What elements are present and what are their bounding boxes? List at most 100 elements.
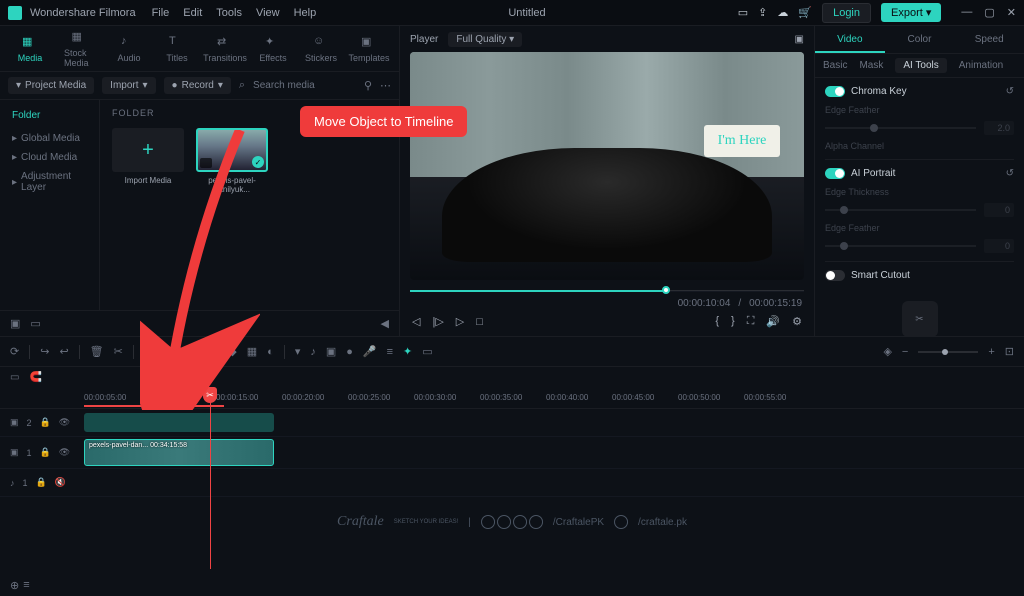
volume-icon[interactable]: 🔊 [766, 315, 780, 328]
new-bin-icon[interactable]: ▭ [30, 317, 40, 330]
folder-node[interactable]: Folder [6, 106, 93, 125]
menu-edit[interactable]: Edit [183, 7, 202, 19]
scrubber[interactable] [410, 286, 804, 296]
maximize-icon[interactable]: ▢ [984, 6, 994, 19]
playhead[interactable]: ✂ [210, 387, 211, 569]
eye-icon[interactable]: 👁 [59, 447, 70, 458]
mark-in-icon[interactable]: { [715, 315, 719, 328]
menu-tools[interactable]: Tools [216, 7, 242, 19]
tl-render-icon[interactable]: ▭ [422, 345, 432, 358]
play-icon[interactable]: ▷ [456, 315, 464, 328]
lock-icon[interactable]: 🔒 [36, 477, 47, 488]
video-viewport[interactable]: I'm Here [410, 52, 804, 280]
edge-thickness-slider[interactable]: 0 [825, 203, 1014, 217]
tab-effects[interactable]: ✦Effects [251, 31, 295, 67]
lock-icon[interactable]: 🔒 [40, 417, 51, 428]
import-dropdown[interactable]: Import ▾ [102, 77, 155, 94]
collapse-icon[interactable]: ◀ [381, 317, 389, 330]
eye-icon[interactable]: 👁 [59, 417, 70, 428]
minimize-icon[interactable]: — [961, 6, 972, 19]
mute-icon[interactable]: 🔇 [55, 477, 66, 488]
overlay-clip[interactable] [84, 413, 274, 432]
lock-icon[interactable]: 🔒 [40, 447, 51, 458]
edge-feather-slider[interactable]: 2.0 [825, 121, 1014, 135]
adjustment-layer-node[interactable]: ▸ Adjustment Layer [6, 167, 93, 197]
tl-undo-icon[interactable]: ⟳ [10, 345, 19, 358]
tl-marker-icon[interactable]: ▾ [295, 345, 301, 358]
smart-cutout-toggle[interactable]: Smart Cutout [825, 270, 1014, 281]
tab-stickers[interactable]: ☺Stickers [299, 31, 343, 67]
snapshot-icon[interactable]: ▣ [795, 34, 804, 45]
tl-delete-icon[interactable]: 🗑 [90, 345, 104, 358]
scrubber-handle[interactable] [662, 286, 670, 294]
timeline-clip[interactable]: pexels-pavel-dan... 00:34:15:58 [84, 439, 274, 466]
step-back-icon[interactable]: |▷ [432, 315, 443, 328]
subtab-ai-tools[interactable]: AI Tools [895, 58, 946, 73]
tl-cut-icon[interactable]: ✂ [114, 345, 123, 358]
export-button[interactable]: Export ▾ [881, 3, 941, 22]
tl-magnet-icon[interactable]: 🧲 [29, 372, 41, 383]
cloud-media-node[interactable]: ▸ Cloud Media [6, 148, 93, 167]
tab-stock-media[interactable]: ▦Stock Media [56, 26, 103, 72]
search-input[interactable]: Search media [253, 80, 356, 91]
prev-frame-icon[interactable]: ◁ [412, 315, 420, 328]
tab-templates[interactable]: ▣Templates [347, 31, 391, 67]
insp-tab-color[interactable]: Color [885, 26, 955, 53]
cart-icon[interactable]: 🛒 [798, 6, 812, 19]
tl-record-icon[interactable]: ● [346, 346, 353, 358]
settings-icon[interactable]: ⚙ [792, 315, 802, 328]
tl-add-track-icon[interactable]: ⊕ [10, 579, 19, 592]
tl-group-icon[interactable]: ▣ [326, 345, 336, 358]
tl-redo-icon[interactable]: ↪ [40, 345, 49, 358]
current-time: 00:00:10:04 [678, 298, 731, 309]
menu-view[interactable]: View [256, 7, 280, 19]
tl-mark-icon[interactable]: ◈ [883, 345, 891, 358]
save-icon[interactable]: ▭ [738, 6, 748, 19]
insp-tab-speed[interactable]: Speed [954, 26, 1024, 53]
subtab-basic[interactable]: Basic [823, 60, 847, 71]
tl-redo2-icon[interactable]: ↩ [59, 345, 68, 358]
tl-editmode-icon[interactable]: ▭ [10, 372, 19, 383]
reset-icon[interactable]: ↺ [1006, 86, 1014, 97]
fullscreen-icon[interactable]: ⛶ [747, 315, 755, 328]
tl-mask-icon[interactable]: ◐ [267, 346, 274, 358]
player-label: Player [410, 34, 438, 45]
chroma-key-toggle[interactable]: Chroma Key↺ [825, 86, 1014, 97]
smart-cutout-icon[interactable]: ✂ [902, 301, 938, 336]
app-name: Wondershare Filmora [30, 7, 136, 19]
tab-media[interactable]: ▦Media [8, 31, 52, 67]
tl-manage-icon[interactable]: ≡ [23, 579, 29, 592]
cloud-icon[interactable]: ☁ [777, 6, 788, 19]
global-media-node[interactable]: ▸ Global Media [6, 129, 93, 148]
menu-file[interactable]: File [152, 7, 170, 19]
insp-tab-video[interactable]: Video [815, 26, 885, 53]
ai-portrait-toggle[interactable]: AI Portrait↺ [825, 168, 1014, 179]
subtab-animation[interactable]: Animation [959, 60, 1003, 71]
stop-icon[interactable]: □ [476, 316, 483, 328]
tl-zoomin-icon[interactable]: + [988, 346, 994, 358]
tl-zoom-slider[interactable] [918, 351, 978, 353]
new-folder-icon[interactable]: ▣ [10, 317, 20, 330]
record-dropdown[interactable]: ● Record ▾ [164, 77, 231, 94]
tl-mic-icon[interactable]: 🎤 [363, 345, 377, 358]
tab-audio[interactable]: ♪Audio [107, 31, 151, 67]
tab-titles[interactable]: TTitles [155, 31, 199, 67]
share-icon[interactable]: ⇪ [758, 6, 767, 19]
more-icon[interactable]: ⋯ [380, 79, 391, 92]
menu-help[interactable]: Help [294, 7, 317, 19]
subtab-mask[interactable]: Mask [859, 60, 883, 71]
tutorial-callout: Move Object to Timeline [300, 106, 467, 137]
mark-out-icon[interactable]: } [731, 315, 735, 328]
filter-icon[interactable]: ⚲ [364, 79, 372, 92]
tab-transitions[interactable]: ⇄Transitions [203, 31, 247, 67]
project-media-dropdown[interactable]: ▾ Project Media [8, 77, 94, 94]
edge-feather2-slider[interactable]: 0 [825, 239, 1014, 253]
tl-ai-icon[interactable]: ✦ [403, 345, 412, 358]
close-icon[interactable]: ✕ [1007, 6, 1016, 19]
tl-detach-icon[interactable]: ♪ [310, 346, 316, 358]
tl-fit-icon[interactable]: ⊡ [1005, 345, 1014, 358]
tl-zoomout-icon[interactable]: − [902, 346, 908, 358]
quality-select[interactable]: Full Quality ▾ [448, 32, 522, 47]
tl-mixer-icon[interactable]: ≡ [387, 346, 393, 358]
login-button[interactable]: Login [822, 3, 871, 23]
